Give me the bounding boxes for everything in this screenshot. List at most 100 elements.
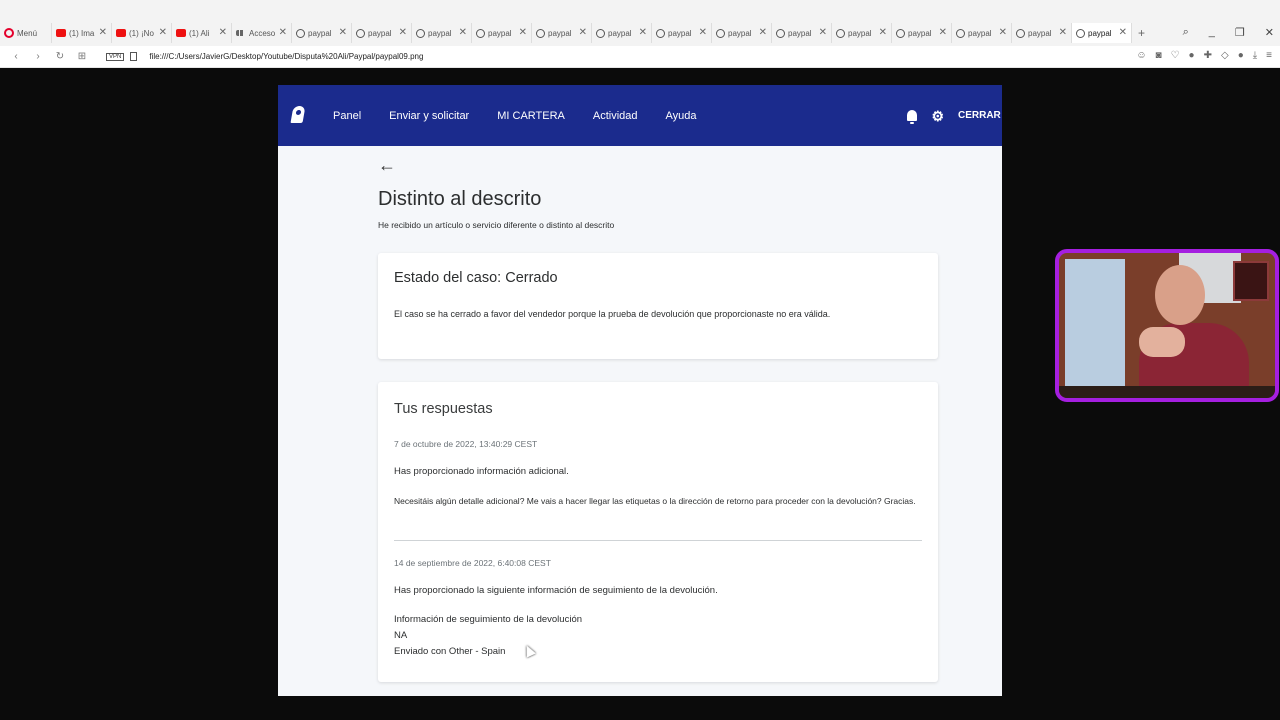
close-tab-icon[interactable]: ✕ — [939, 27, 947, 38]
new-tab-button[interactable]: + — [1138, 26, 1145, 40]
nav-help[interactable]: Ayuda — [666, 110, 697, 122]
globe-icon — [536, 28, 545, 38]
response-heading: Has proporcionado la siguiente informaci… — [394, 585, 718, 596]
extension-icon[interactable]: ● — [1189, 50, 1195, 61]
close-tab-icon[interactable]: ✕ — [999, 27, 1007, 38]
close-tab-icon[interactable]: ✕ — [819, 27, 827, 38]
response-date: 14 de septiembre de 2022, 6:40:08 CEST — [394, 558, 551, 568]
nav-send-request[interactable]: Enviar y solicitar — [389, 110, 469, 122]
browser-tab[interactable]: paypal ✕ — [892, 23, 952, 43]
webcam-person-hands — [1139, 327, 1185, 357]
grid-icon — [236, 30, 246, 36]
youtube-icon — [116, 29, 126, 37]
response-heading: Has proporcionado información adicional. — [394, 466, 569, 477]
browser-tab[interactable]: paypal ✕ — [352, 23, 412, 43]
emoji-icon[interactable]: ☺ — [1136, 50, 1146, 61]
vpn-badge[interactable]: VPN — [106, 52, 125, 61]
close-window-icon[interactable]: ✕ — [1265, 26, 1274, 39]
browser-tab[interactable]: (1) Ima ✕ — [52, 23, 112, 43]
tracking-number: NA — [394, 630, 408, 641]
globe-icon — [776, 28, 785, 38]
bell-icon[interactable] — [907, 110, 918, 124]
cube-icon[interactable]: ◇ — [1221, 50, 1229, 61]
browser-tab[interactable]: paypal ✕ — [1012, 23, 1072, 43]
browser-tab[interactable]: (1) Ali ✕ — [172, 23, 232, 43]
plus-extension-icon[interactable]: ✚ — [1204, 50, 1212, 61]
close-tab-icon[interactable]: ✕ — [99, 27, 107, 38]
tracking-label: Información de seguimiento de la devoluc… — [394, 614, 583, 625]
browser-tab[interactable]: paypal ✕ — [772, 23, 832, 43]
tab-label: paypal — [1028, 28, 1052, 38]
close-tab-icon[interactable]: ✕ — [399, 27, 407, 38]
close-tab-icon[interactable]: ✕ — [459, 27, 467, 38]
response-date: 7 de octubre de 2022, 13:40:29 CEST — [394, 439, 538, 449]
close-tab-icon[interactable]: ✕ — [699, 27, 707, 38]
close-tab-icon[interactable]: ✕ — [759, 27, 767, 38]
browser-tab[interactable]: paypal ✕ — [292, 23, 352, 43]
nav-wallet[interactable]: MI CARTERA — [497, 110, 565, 122]
browser-tab[interactable]: paypal ✕ — [712, 23, 772, 43]
nav-right: ⚙ CERRAR SESIÓN — [907, 85, 1002, 146]
tab-strip: Menú (1) Ima ✕ (1) ¡No ✕ (1) Ali ✕ Acceso ✕ paypa… — [0, 23, 1132, 43]
close-tab-icon[interactable]: ✕ — [579, 27, 587, 38]
globe-icon — [1076, 28, 1085, 38]
tab-label: paypal — [788, 28, 812, 38]
back-icon[interactable]: ‹ — [10, 51, 22, 62]
close-tab-icon[interactable]: ✕ — [279, 27, 287, 38]
logout-link[interactable]: CERRAR SESIÓN — [958, 110, 1002, 121]
minimize-icon[interactable]: _ — [1209, 26, 1215, 39]
address-bar: ‹ › ↻ ⊞ VPN file:///C:/Users/JavierG/Des… — [0, 46, 1280, 68]
browser-tab[interactable]: Acceso ✕ — [232, 23, 292, 43]
browser-tab-bar: Menú (1) Ima ✕ (1) ¡No ✕ (1) Ali ✕ Acceso ✕ paypa… — [0, 0, 1280, 46]
browser-tab[interactable]: paypal ✕ — [832, 23, 892, 43]
camera-icon[interactable]: ◙ — [1156, 50, 1162, 61]
paypal-page: Panel Enviar y solicitar MI CARTERA Acti… — [278, 85, 1002, 696]
case-status-card: Estado del caso: Cerrado El caso se ha c… — [378, 253, 938, 359]
paypal-logo-icon[interactable] — [290, 106, 306, 126]
tab-label: (1) Ima — [69, 28, 95, 38]
browser-tab[interactable]: (1) ¡No ✕ — [112, 23, 172, 43]
reload-icon[interactable]: ↻ — [54, 51, 66, 62]
close-tab-icon[interactable]: ✕ — [1059, 27, 1067, 38]
browser-tab[interactable]: Menú — [0, 23, 52, 43]
browser-tab[interactable]: paypal ✕ — [952, 23, 1012, 43]
url-field[interactable]: file:///C:/Users/JavierG/Desktop/Youtube… — [149, 52, 423, 61]
browser-tab[interactable]: paypal ✕ — [652, 23, 712, 43]
profile-icon[interactable]: ● — [1238, 50, 1244, 61]
page-title: Distinto al descrito — [378, 188, 542, 210]
window-controls: ⌕ _ ❐ ✕ — [1183, 26, 1274, 39]
toolbar-icons: ☺ ◙ ♡ ● ✚ ◇ ● ⤓ ≡ — [1136, 50, 1272, 61]
youtube-icon — [56, 29, 66, 37]
close-tab-icon[interactable]: ✕ — [339, 27, 347, 38]
globe-icon — [296, 28, 305, 38]
webcam-person-head — [1155, 265, 1205, 325]
browser-tab[interactable]: paypal ✕ — [592, 23, 652, 43]
browser-tab[interactable]: paypal ✕ — [412, 23, 472, 43]
browser-tab[interactable]: paypal ✕ — [472, 23, 532, 43]
close-tab-icon[interactable]: ✕ — [219, 27, 227, 38]
menu-icon[interactable]: ≡ — [1266, 50, 1272, 61]
close-tab-icon[interactable]: ✕ — [159, 27, 167, 38]
globe-icon — [476, 28, 485, 38]
tab-label: paypal — [548, 28, 572, 38]
browser-tab[interactable]: paypal ✕ — [1072, 23, 1132, 43]
browser-tab[interactable]: paypal ✕ — [532, 23, 592, 43]
close-tab-icon[interactable]: ✕ — [1119, 27, 1127, 38]
tab-label: Menú — [17, 28, 38, 38]
heart-icon[interactable]: ♡ — [1171, 50, 1180, 61]
download-icon[interactable]: ⤓ — [1253, 50, 1257, 61]
forward-icon[interactable]: › — [32, 51, 44, 62]
restore-icon[interactable]: ❐ — [1235, 26, 1245, 39]
tab-label: paypal — [728, 28, 752, 38]
search-icon[interactable]: ⌕ — [1183, 26, 1189, 39]
close-tab-icon[interactable]: ✕ — [519, 27, 527, 38]
close-tab-icon[interactable]: ✕ — [639, 27, 647, 38]
nav-panel[interactable]: Panel — [333, 110, 361, 122]
close-tab-icon[interactable]: ✕ — [879, 27, 887, 38]
speed-dial-icon[interactable]: ⊞ — [76, 51, 88, 62]
nav-activity[interactable]: Actividad — [593, 110, 638, 122]
page-subtitle: He recibido un artículo o servicio difer… — [378, 220, 615, 230]
webcam-desk — [1059, 386, 1275, 398]
arrow-left-icon[interactable]: ← — [378, 155, 396, 176]
gear-icon[interactable]: ⚙ — [931, 109, 944, 123]
